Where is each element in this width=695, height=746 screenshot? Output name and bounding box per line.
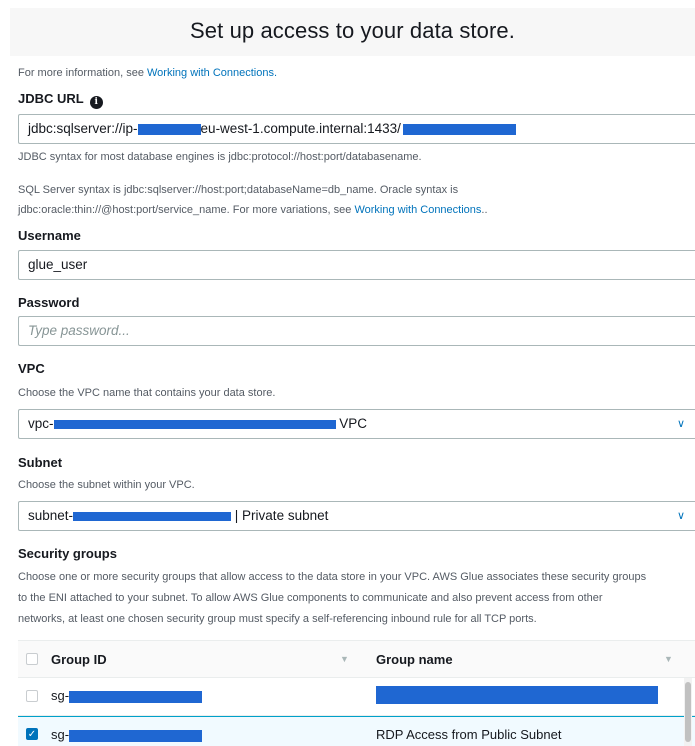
working-with-connections-link[interactable]: Working with Connections. — [147, 67, 277, 79]
chevron-down-icon: ∨ — [676, 418, 685, 430]
subnet-help-text: Choose the subnet within your VPC. — [18, 479, 195, 491]
redacted-group-id — [69, 729, 203, 742]
group-name-cell — [376, 678, 658, 714]
table-row[interactable]: sg- — [18, 678, 695, 716]
group-name-cell: RDP Access from Public Subnet — [376, 727, 562, 742]
security-groups-help-line2: to the ENI attached to your subnet. To a… — [18, 592, 603, 604]
info-line: For more information, see Working with C… — [18, 67, 277, 79]
redacted-database — [402, 123, 516, 135]
group-id-cell: sg- — [51, 717, 203, 746]
security-groups-help-line3: networks, at least one chosen security g… — [18, 613, 537, 625]
title-band: Set up access to your data store. — [10, 8, 695, 56]
redacted-group-name — [376, 686, 658, 704]
table-scrollbar[interactable] — [684, 678, 692, 746]
group-name-column-header[interactable]: Group name — [376, 641, 453, 678]
subnet-label: Subnet — [18, 455, 63, 470]
table-row[interactable]: ✓ sg- RDP Access from Public Subnet — [18, 716, 695, 746]
jdbc-syntax-suffix: .. — [481, 204, 488, 216]
vpc-value-prefix: vpc- — [28, 416, 54, 431]
checkbox-icon[interactable]: ✓ — [26, 728, 38, 740]
password-input[interactable]: Type password... — [18, 316, 695, 346]
group-id-column-header[interactable]: Group ID — [51, 641, 107, 678]
subnet-select[interactable]: subnet- | Private subnet ∨ — [18, 501, 695, 531]
security-groups-help-line1: Choose one or more security groups that … — [18, 571, 647, 583]
jdbc-help-text: JDBC syntax for most database engines is… — [18, 151, 422, 163]
sort-icon[interactable]: ▼ — [664, 641, 673, 678]
jdbc-url-input[interactable]: jdbc:sqlserver://ip-eu-west-1.compute.in… — [18, 114, 695, 144]
security-groups-help: Choose one or more security groups that … — [18, 567, 695, 630]
group-id-cell: sg- — [51, 678, 203, 714]
info-line-prefix: For more information, see — [18, 67, 147, 79]
jdbc-syntax-line2: jdbc:oracle:thin://@host:port/service_na… — [18, 204, 488, 216]
scrollbar-thumb[interactable] — [685, 682, 691, 742]
vpc-help-text: Choose the VPC name that contains your d… — [18, 387, 276, 399]
page-background — [0, 0, 695, 746]
jdbc-url-label-text: JDBC URL — [18, 91, 84, 106]
jdbc-syntax-line1: SQL Server syntax is jdbc:sqlserver://ho… — [18, 184, 459, 196]
redacted-host — [137, 123, 201, 135]
group-id-prefix: sg- — [51, 727, 70, 742]
select-all-checkbox[interactable] — [26, 653, 38, 665]
jdbc-syntax-line2-prefix: jdbc:oracle:thin://@host:port/service_na… — [18, 204, 355, 216]
working-with-connections-link-2[interactable]: Working with Connections — [354, 204, 481, 216]
subnet-value-prefix: subnet- — [28, 508, 74, 523]
page-title: Set up access to your data store. — [190, 18, 515, 43]
redacted-vpc-id — [53, 419, 336, 429]
vpc-label: VPC — [18, 361, 45, 376]
username-label: Username — [18, 228, 81, 243]
vpc-value-suffix: VPC — [339, 416, 368, 431]
jdbc-url-part2: eu-west-1.compute.internal:1433/ — [200, 121, 401, 136]
security-groups-label: Security groups — [18, 546, 117, 561]
subnet-value-suffix: | Private subnet — [234, 508, 329, 523]
group-id-prefix: sg- — [51, 688, 70, 703]
chevron-down-icon: ∨ — [676, 510, 685, 522]
redacted-subnet-id — [73, 511, 232, 521]
jdbc-url-label: JDBC URL i — [18, 91, 103, 109]
jdbc-url-part1: jdbc:sqlserver://ip- — [28, 121, 138, 136]
password-label: Password — [18, 295, 80, 310]
sort-icon[interactable]: ▼ — [340, 641, 349, 678]
row-checkbox[interactable] — [26, 690, 38, 702]
username-input[interactable]: glue_user — [18, 250, 695, 280]
vpc-select[interactable]: vpc- VPC ∨ — [18, 409, 695, 439]
info-icon[interactable]: i — [89, 96, 103, 109]
redacted-group-id — [69, 690, 203, 703]
security-groups-table-header: Group ID ▼ Group name ▼ — [18, 640, 695, 678]
